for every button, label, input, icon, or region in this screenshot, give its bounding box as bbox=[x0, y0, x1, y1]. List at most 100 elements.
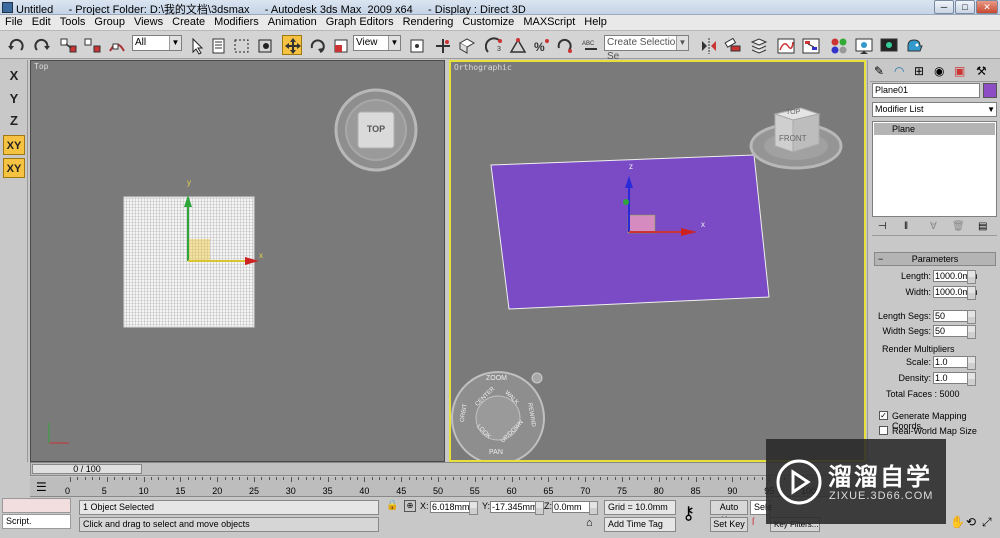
rendered-frame-window-icon[interactable] bbox=[878, 35, 898, 55]
viewport-orthographic[interactable]: Orthographic z x TOP FRONT ZOOM ORBIT CE… bbox=[449, 60, 866, 462]
percent-snap-icon[interactable]: % bbox=[530, 35, 550, 55]
maxscript-listener-top[interactable] bbox=[2, 498, 71, 513]
z-coord-spinner[interactable]: 0.0mm bbox=[552, 501, 598, 515]
maximize-viewport-icon[interactable]: ⤢ bbox=[982, 515, 992, 530]
material-editor-icon[interactable] bbox=[828, 35, 848, 55]
align-icon[interactable] bbox=[722, 35, 742, 55]
selection-filter-dropdown[interactable]: All ▼ bbox=[132, 35, 182, 51]
snaps-toggle-icon[interactable]: 3 bbox=[484, 35, 504, 55]
menu-create[interactable]: Create bbox=[167, 15, 209, 28]
pivot-point-center-icon[interactable] bbox=[406, 35, 426, 55]
generate-mapping-checkbox[interactable]: ✓ bbox=[879, 411, 888, 420]
orbit-view-icon[interactable]: ⟲ bbox=[966, 515, 976, 529]
restrict-to-xy-button[interactable]: XY bbox=[3, 135, 25, 155]
set-key-button[interactable]: Set Key bbox=[710, 517, 748, 532]
angle-snap-icon[interactable] bbox=[507, 35, 527, 55]
redo-icon[interactable] bbox=[30, 35, 50, 55]
maxscript-mini-listener[interactable]: Script. bbox=[2, 514, 71, 529]
length-segs-spinner[interactable]: 50 bbox=[933, 310, 976, 324]
menu-tools[interactable]: Tools bbox=[55, 15, 90, 28]
render-production-icon[interactable] bbox=[903, 35, 923, 55]
spinner-snap-icon[interactable] bbox=[554, 35, 574, 55]
pin-stack-icon[interactable]: ⊣ bbox=[878, 221, 887, 232]
object-name-field[interactable]: Plane01 bbox=[872, 83, 980, 98]
menu-group[interactable]: Group bbox=[89, 15, 129, 28]
menu-rendering[interactable]: Rendering bbox=[398, 15, 458, 28]
configure-modifier-sets-icon[interactable]: ▤ bbox=[978, 221, 987, 232]
edit-named-selection-icon[interactable]: ABC bbox=[580, 35, 600, 55]
maximize-button[interactable]: □ bbox=[955, 0, 975, 14]
restrict-to-y-button[interactable]: Y bbox=[3, 89, 25, 109]
app-icon[interactable] bbox=[2, 2, 13, 13]
menu-graph-editors[interactable]: Graph Editors bbox=[321, 15, 398, 28]
menu-edit[interactable]: Edit bbox=[27, 15, 55, 28]
hierarchy-tab-icon[interactable]: ⊞ bbox=[914, 64, 930, 80]
modifier-list-dropdown[interactable]: Modifier List ▼ bbox=[872, 102, 997, 117]
restrict-to-plane-flyout-button[interactable]: XY bbox=[3, 158, 25, 178]
unlink-icon[interactable] bbox=[82, 35, 102, 55]
motion-tab-icon[interactable]: ◉ bbox=[934, 64, 950, 80]
modifier-stack[interactable]: Plane bbox=[872, 121, 997, 217]
rectangular-selection-icon[interactable] bbox=[231, 35, 251, 55]
menu-animation[interactable]: Animation bbox=[263, 15, 321, 28]
viewcube-top-label[interactable]: TOP bbox=[358, 124, 394, 134]
restrict-to-x-button[interactable]: X bbox=[3, 66, 25, 86]
track-view-toggle-icon[interactable]: ☰ bbox=[36, 480, 47, 494]
auto-key-button[interactable]: Auto Key bbox=[710, 500, 748, 525]
scale-spinner[interactable]: 1.0 bbox=[933, 356, 976, 370]
select-by-name-icon[interactable] bbox=[208, 35, 228, 55]
mirror-icon[interactable] bbox=[698, 35, 718, 55]
viewcube-top-label[interactable]: TOP bbox=[786, 109, 800, 116]
curve-editor-icon[interactable] bbox=[775, 35, 795, 55]
display-tab-icon[interactable]: ▣ bbox=[954, 64, 970, 80]
x-coord-spinner[interactable]: 6.018mm bbox=[430, 501, 478, 515]
pan-view-icon[interactable]: ✋ bbox=[950, 515, 965, 529]
modify-tab-icon[interactable]: ◠ bbox=[894, 64, 910, 80]
layer-manager-icon[interactable] bbox=[748, 35, 768, 55]
object-color-swatch[interactable] bbox=[983, 83, 997, 98]
render-setup-icon[interactable] bbox=[853, 35, 873, 55]
real-world-map-size-checkbox[interactable] bbox=[879, 426, 888, 435]
viewcube-front-label[interactable]: FRONT bbox=[779, 134, 807, 143]
wheel-pan[interactable]: PAN bbox=[489, 449, 503, 456]
select-and-move-icon[interactable] bbox=[282, 35, 302, 55]
absolute-mode-icon[interactable]: ⊕ bbox=[404, 500, 416, 512]
utilities-tab-icon[interactable]: ⚒ bbox=[976, 64, 992, 80]
width-spinner[interactable]: 1000.0mm bbox=[933, 286, 978, 300]
time-slider[interactable]: 0 / 100 bbox=[30, 462, 866, 476]
create-tab-icon[interactable]: ✎ bbox=[874, 64, 890, 80]
schematic-view-icon[interactable] bbox=[800, 35, 820, 55]
named-selection-sets-dropdown[interactable]: Create Selection Se ▼ bbox=[604, 35, 689, 62]
menu-help[interactable]: Help bbox=[579, 15, 611, 28]
track-bar[interactable]: 0510152025303540455055606570758085909510… bbox=[30, 477, 866, 497]
viewport-top[interactable]: Top y x TOP bbox=[30, 60, 445, 462]
undo-icon[interactable] bbox=[6, 35, 26, 55]
menu-maxscript[interactable]: MAXScript bbox=[518, 15, 579, 28]
make-unique-icon[interactable]: ∀ bbox=[930, 221, 937, 232]
menu-file[interactable]: File bbox=[0, 15, 27, 28]
add-time-tag-button[interactable]: Add Time Tag bbox=[604, 517, 676, 532]
menu-views[interactable]: Views bbox=[129, 15, 167, 28]
reference-coordinate-dropdown[interactable]: View ▼ bbox=[353, 35, 401, 51]
remove-modifier-icon[interactable]: 🗑 bbox=[952, 221, 965, 232]
select-object-icon[interactable] bbox=[186, 35, 206, 55]
window-crossing-icon[interactable] bbox=[255, 35, 275, 55]
stack-item-plane[interactable]: Plane bbox=[874, 123, 995, 135]
y-coord-spinner[interactable]: -17.345mm bbox=[490, 501, 544, 515]
select-and-scale-icon[interactable] bbox=[330, 35, 350, 55]
width-segs-spinner[interactable]: 50 bbox=[933, 325, 976, 339]
menu-customize[interactable]: Customize bbox=[457, 15, 518, 28]
close-button[interactable]: ✕ bbox=[976, 0, 998, 14]
key-filters-icon[interactable]: ſ bbox=[752, 517, 754, 528]
select-and-link-icon[interactable] bbox=[58, 35, 78, 55]
select-and-rotate-icon[interactable] bbox=[306, 35, 326, 55]
bind-space-warp-icon[interactable] bbox=[106, 35, 126, 55]
lock-selection-icon[interactable]: 🔒 bbox=[386, 500, 398, 511]
wheel-zoom[interactable]: ZOOM bbox=[486, 375, 507, 382]
parameters-rollout-title[interactable]: − Parameters bbox=[874, 252, 996, 266]
menu-modifiers[interactable]: Modifiers bbox=[209, 15, 263, 28]
restrict-to-z-button[interactable]: Z bbox=[3, 111, 25, 131]
density-spinner[interactable]: 1.0 bbox=[933, 372, 976, 386]
length-spinner[interactable]: 1000.0mm bbox=[933, 270, 978, 284]
keyboard-shortcut-override-icon[interactable] bbox=[456, 35, 476, 55]
